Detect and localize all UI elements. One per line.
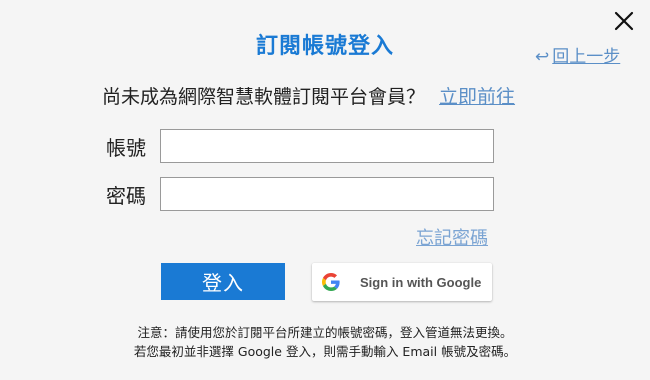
note-line-2: 若您最初並非選擇 Google 登入，則需手動輸入 Email 帳號及密碼。	[133, 344, 517, 359]
note-line-1: 注意：請使用您於訂閱平台所建立的帳號密碼，登入管道無法更換。	[137, 325, 513, 340]
register-prompt: 尚未成為網際智慧軟體訂閱平台會員？ 立即前往	[102, 82, 515, 109]
login-notes: 注意：請使用您於訂閱平台所建立的帳號密碼，登入管道無法更換。 若您最初並非選擇 …	[0, 323, 650, 361]
back-link-label: 回上一步	[552, 47, 621, 67]
back-arrow-icon: ↩	[535, 47, 550, 67]
login-dialog: 訂閱帳號登入 ↩ 回上一步 尚未成為網際智慧軟體訂閱平台會員？ 立即前往 帳號 密碼…	[0, 0, 650, 380]
forgot-password-link[interactable]: 忘記密碼	[416, 224, 488, 250]
google-logo-icon	[322, 273, 340, 291]
login-button[interactable]: 登入	[161, 263, 285, 300]
google-sign-in-button[interactable]: Sign in with Google	[312, 263, 492, 301]
back-link[interactable]: ↩ 回上一步	[535, 42, 620, 67]
register-question: 尚未成為網際智慧軟體訂閱平台會員？	[102, 86, 426, 108]
google-button-label: Sign in with Google	[360, 274, 482, 290]
password-label: 密碼	[106, 184, 146, 208]
password-input[interactable]	[160, 177, 494, 211]
register-link[interactable]: 立即前往	[439, 86, 515, 108]
account-input[interactable]	[160, 129, 494, 163]
account-label: 帳號	[106, 136, 146, 160]
